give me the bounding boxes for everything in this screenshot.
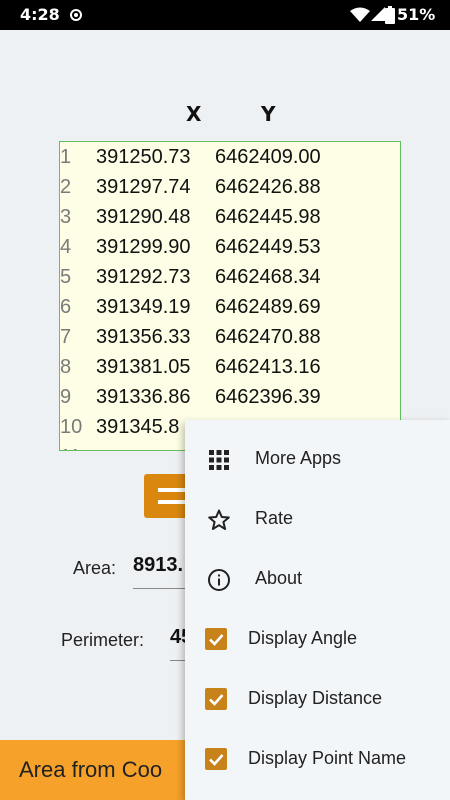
menu-item-rate[interactable]: Rate <box>185 490 450 550</box>
row-number: 7 <box>60 326 72 348</box>
x-value: 391356.33 <box>96 326 191 348</box>
coordinate-row: 1 391250.73 6462409.00 <box>60 142 400 172</box>
row-number: 3 <box>60 206 72 228</box>
coordinates-input[interactable]: 1 391250.73 6462409.00 2 391297.74 64624… <box>59 141 401 451</box>
x-value: 391349.19 <box>96 296 191 318</box>
menu-item-more-apps[interactable]: More Apps <box>185 430 450 490</box>
coordinate-row: 7 391356.33 6462470.88 <box>60 322 400 352</box>
area-label: Area: <box>73 558 117 578</box>
row-number: 9 <box>60 386 72 408</box>
equals-icon <box>158 488 186 492</box>
equals-icon-bar <box>158 500 186 504</box>
row-number: 2 <box>60 176 72 198</box>
overflow-menu: More Apps Rate About Display Angle Displ… <box>185 420 450 800</box>
x-value: 391297.74 <box>96 176 191 198</box>
y-value: 6462489.69 <box>215 296 321 318</box>
column-header-x: X <box>186 102 202 126</box>
checkbox-checked-icon[interactable] <box>205 748 227 770</box>
row-number: 4 <box>60 236 72 258</box>
x-value: 391292.73 <box>96 266 191 288</box>
menu-item-label: More Apps <box>255 448 342 468</box>
battery-percent: 51% <box>397 5 436 24</box>
coordinate-row: 9 391336.86 6462396.39 <box>60 382 400 412</box>
column-header-y: Y <box>261 102 276 126</box>
x-value: 391336.86 <box>96 386 191 408</box>
y-value: 6462445.98 <box>215 206 321 228</box>
checkbox-label: Display Distance <box>248 688 383 708</box>
perimeter-label: Perimeter: <box>61 630 145 650</box>
coordinate-row: 4 391299.90 6462449.53 <box>60 232 400 262</box>
checkbox-checked-icon[interactable] <box>205 688 227 710</box>
row-number: 6 <box>60 296 72 318</box>
y-value: 6462413.16 <box>215 356 321 378</box>
coordinate-row: 6 391349.19 6462489.69 <box>60 292 400 322</box>
checkbox-checked-icon[interactable] <box>205 628 227 650</box>
y-value: 6462468.34 <box>215 266 321 288</box>
y-value: 6462409.00 <box>215 146 321 168</box>
apps-grid-icon <box>209 450 229 470</box>
row-number: 11 <box>60 442 81 450</box>
x-value: 391250.73 <box>96 146 191 168</box>
signal-icon <box>371 7 385 21</box>
y-value: 6462426.88 <box>215 176 321 198</box>
sync-icon <box>70 9 82 21</box>
app-title: Area from Coo <box>19 757 163 782</box>
row-number: 10 <box>60 416 83 438</box>
checkbox-label: Display Angle <box>248 628 358 648</box>
row-number: 8 <box>60 356 72 378</box>
x-value: 391345.8 <box>96 416 180 438</box>
y-value: 6462449.53 <box>215 236 321 258</box>
area-value-field[interactable]: 8913. <box>133 552 193 589</box>
menu-item-label: Rate <box>255 508 294 528</box>
menu-checkbox-display-distance[interactable]: Display Distance <box>185 670 450 730</box>
checkbox-label: Display Point Name <box>248 748 407 768</box>
menu-item-about[interactable]: About <box>185 550 450 610</box>
coordinate-row: 3 391290.48 6462445.98 <box>60 202 400 232</box>
coordinate-row: 5 391292.73 6462468.34 <box>60 262 400 292</box>
menu-checkbox-display-angle[interactable]: Display Angle <box>185 610 450 670</box>
row-number: 1 <box>60 146 72 168</box>
y-value: 6462470.88 <box>215 326 321 348</box>
coordinate-row: 8 391381.05 6462413.16 <box>60 352 400 382</box>
x-value: 391290.48 <box>96 206 191 228</box>
star-outline-icon <box>208 509 230 530</box>
status-bar: 4:28 51% <box>0 0 450 30</box>
row-number: 5 <box>60 266 72 288</box>
wifi-icon <box>350 7 370 22</box>
menu-checkbox-display-point-name[interactable]: Display Point Name <box>185 730 450 790</box>
info-icon <box>208 569 230 591</box>
coordinate-row: 2 391297.74 6462426.88 <box>60 172 400 202</box>
status-time: 4:28 <box>20 5 60 24</box>
battery-icon <box>385 6 395 24</box>
x-value: 391299.90 <box>96 236 191 258</box>
menu-item-label: About <box>255 568 303 588</box>
x-value: 391381.05 <box>96 356 191 378</box>
y-value: 6462396.39 <box>215 386 321 408</box>
